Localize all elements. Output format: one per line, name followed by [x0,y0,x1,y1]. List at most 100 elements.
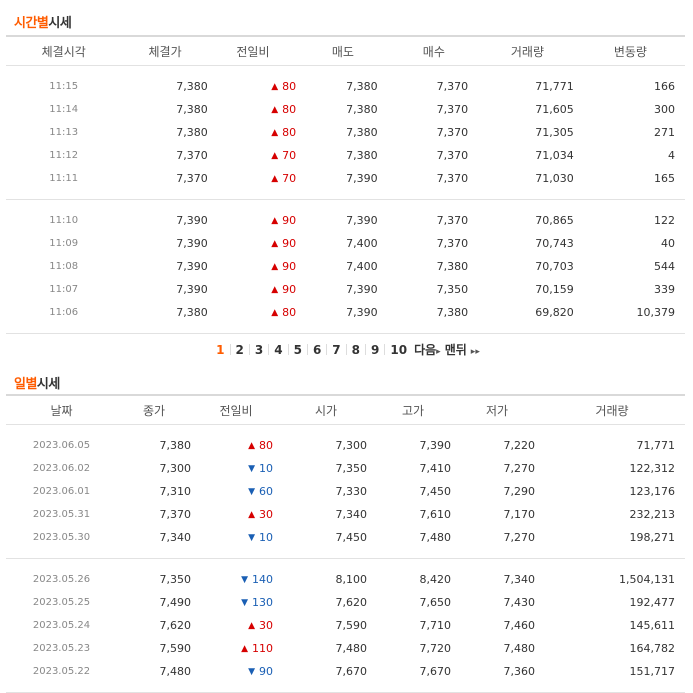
delta-cell: 10,379 [636,306,676,319]
open-cell: 7,450 [335,531,368,544]
header-high: 고가 [371,394,455,425]
time-section-title: 시간별시세 [14,12,72,31]
spacer-cell [6,190,685,200]
page-link-10[interactable]: 10 [385,343,412,357]
delta-cell: 166 [654,80,675,93]
close-cell: 7,490 [159,596,192,609]
sell-cell: 7,380 [346,103,378,116]
low-cell: 7,480 [503,642,536,655]
buy-cell: 7,380 [436,306,469,319]
delta-cell: 271 [654,126,675,139]
header-sell: 매도 [297,35,389,66]
close-cell: 7,310 [159,485,192,498]
triangle-up-icon: ▲ [271,151,279,161]
change-value: 80 [259,439,273,452]
triangle-up-icon: ▲ [271,239,279,249]
change-cell: ▼ 10 [191,457,281,480]
change-value: 70 [282,149,297,162]
header-open: 시가 [281,394,371,425]
date-cell: 2023.05.25 [32,597,91,608]
buy-cell: 7,370 [436,237,469,250]
table-row: 11:12 7,370 ▲ 70 7,380 7,370 71,034 4 [6,144,685,167]
low-cell: 7,220 [503,439,536,452]
open-cell: 7,590 [335,619,368,632]
buy-cell: 7,370 [436,103,469,116]
header-price: 체결가 [121,35,209,66]
volume-cell: 198,271 [629,531,676,544]
buy-cell: 7,370 [436,80,469,93]
delta-cell: 544 [654,260,675,273]
price-cell: 7,390 [176,214,208,227]
change-cell: ▲ 90 [209,255,297,278]
triangle-up-icon: ▲ [271,262,279,272]
triangle-down-icon: ▼ [241,575,248,585]
spacer-row [6,190,685,200]
volume-cell: 70,743 [535,237,574,250]
open-cell: 7,330 [335,485,368,498]
table-row: 2023.06.05 7,380 ▲ 80 7,300 7,390 7,220 71,771 [6,434,685,457]
spacer-cell [6,425,685,435]
time-cell: 11:14 [49,104,79,115]
sell-cell: 7,390 [346,283,378,296]
delta-cell: 165 [654,172,675,185]
volume-cell: 69,820 [535,306,574,319]
change-value: 80 [282,306,297,319]
change-cell: ▲ 70 [209,144,297,167]
header-change: 전일비 [191,394,281,425]
page-link-7[interactable]: 7 [327,343,345,357]
low-cell: 7,340 [503,573,536,586]
open-cell: 7,300 [335,439,368,452]
close-cell: 7,370 [159,508,192,521]
time-cell: 11:11 [49,173,79,184]
high-cell: 8,420 [419,573,452,586]
daily-table-body: 2023.06.05 7,380 ▲ 80 7,300 7,390 7,220 71,771 2… [6,425,685,693]
change-value: 90 [282,283,297,296]
page-link-4[interactable]: 4 [269,343,287,357]
date-cell: 2023.06.01 [32,486,91,497]
change-cell: ▲ 80 [209,98,297,121]
triangle-down-icon: ▼ [248,533,255,543]
date-cell: 2023.05.30 [32,532,91,543]
change-value: 140 [252,573,273,586]
delta-cell: 4 [668,149,675,162]
open-cell: 8,100 [335,573,368,586]
date-cell: 2023.05.23 [32,643,91,654]
header-volume: 거래량 [539,394,685,425]
header-volume: 거래량 [479,35,576,66]
table-row: 11:15 7,380 ▲ 80 7,380 7,370 71,771 166 [6,75,685,98]
spacer-cell [6,200,685,210]
change-cell: ▲ 80 [191,434,281,457]
spacer-row [6,425,685,435]
change-cell: ▲ 90 [209,209,297,232]
spacer-row [6,324,685,334]
close-cell: 7,340 [159,531,192,544]
page-link-8[interactable]: 8 [347,343,365,357]
page-link-9[interactable]: 9 [366,343,384,357]
daily-section-title-accent: 일별 [14,377,37,392]
change-value: 90 [282,260,297,273]
change-cell: ▼ 140 [191,568,281,591]
change-value: 80 [282,126,297,139]
triangle-up-icon: ▲ [271,308,279,318]
high-cell: 7,410 [419,462,452,475]
page-link-2[interactable]: 2 [231,343,249,357]
change-cell: ▲ 70 [209,167,297,190]
sell-cell: 7,380 [346,149,378,162]
high-cell: 7,450 [419,485,452,498]
page-link-6[interactable]: 6 [308,343,326,357]
time-cell: 11:13 [49,127,79,138]
header-delta: 변동량 [575,35,685,66]
triangle-down-icon: ▼ [241,598,248,608]
page-link-5[interactable]: 5 [289,343,307,357]
triangle-up-icon: ▲ [248,510,255,520]
table-row: 11:07 7,390 ▲ 90 7,390 7,350 70,159 339 [6,278,685,301]
next-page-link[interactable]: 다음▸ [412,341,443,358]
page-link-1[interactable]: 1 [211,343,229,357]
close-cell: 7,300 [159,462,192,475]
page-link-3[interactable]: 3 [250,343,268,357]
date-cell: 2023.05.26 [32,574,91,585]
last-page-link[interactable]: 맨뒤 ▸▸ [443,341,482,358]
time-cell: 11:08 [49,261,79,272]
volume-cell: 70,159 [535,283,574,296]
sell-cell: 7,390 [346,306,378,319]
